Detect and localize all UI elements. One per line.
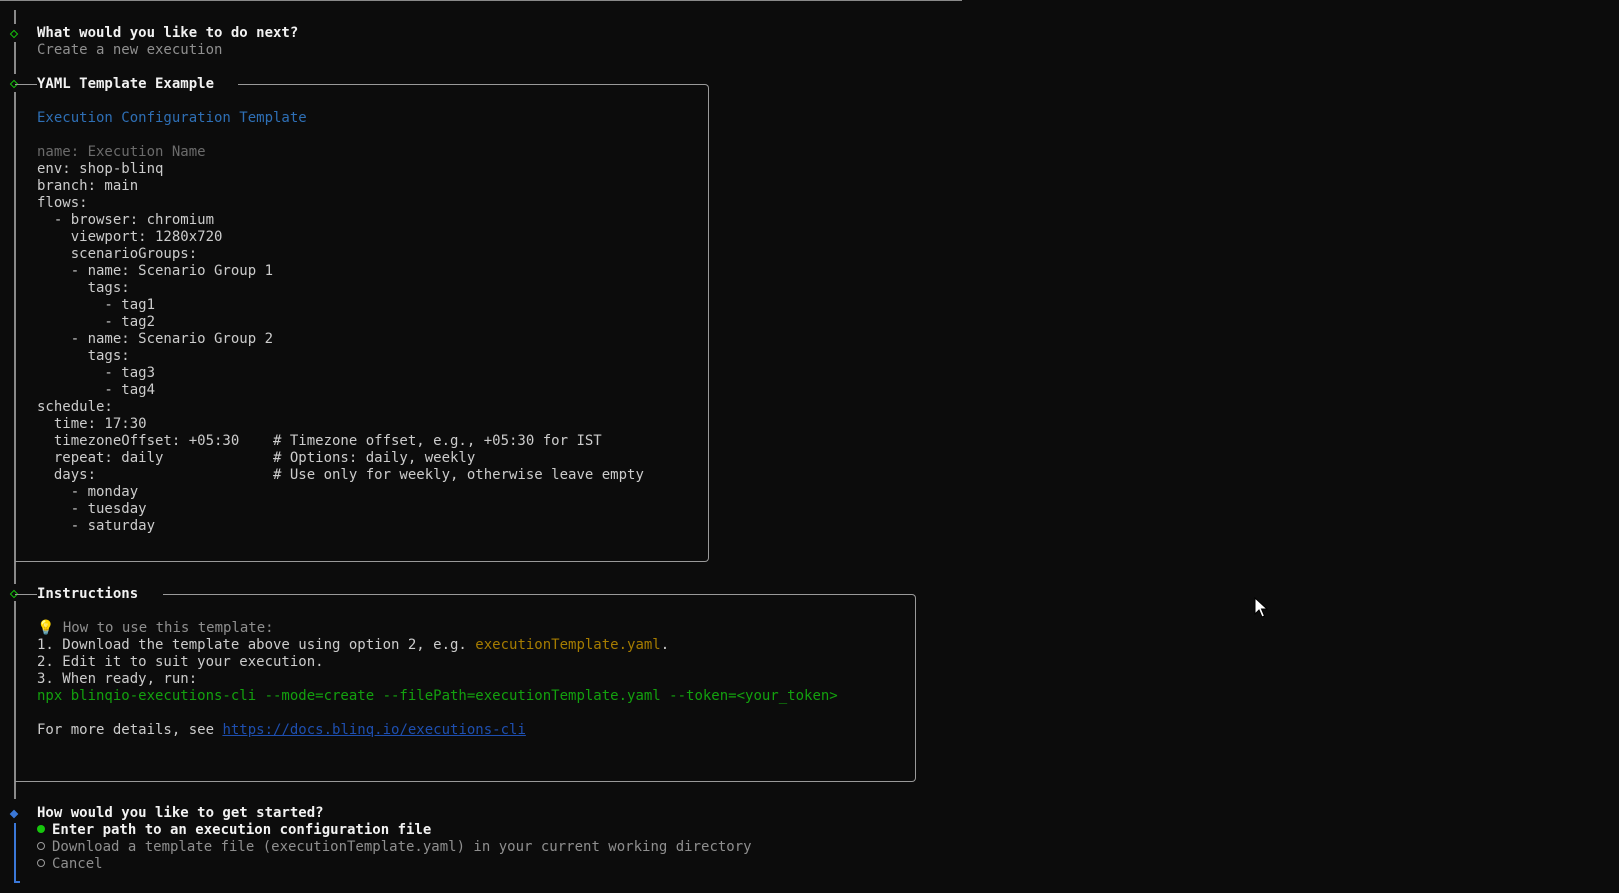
yaml-code-block: env: shop-blinq branch: main flows: - br… bbox=[37, 161, 644, 534]
step-3: 3. When ready, run: bbox=[37, 671, 198, 687]
option-download-template[interactable]: Download a template file (executionTempl… bbox=[37, 839, 752, 856]
radio-selected-icon bbox=[37, 825, 45, 833]
mouse-pointer-icon bbox=[1254, 597, 1268, 618]
option-cancel[interactable]: Cancel bbox=[37, 856, 103, 873]
radio-unselected-icon bbox=[37, 842, 45, 850]
top-divider bbox=[0, 0, 962, 1]
rail-segment bbox=[14, 42, 16, 74]
tip-line: 💡 How to use this template: bbox=[37, 620, 274, 636]
docs-link[interactable]: https://docs.blinq.io/executions-cli bbox=[222, 722, 525, 738]
details-line: For more details, see https://docs.blinq… bbox=[37, 722, 526, 738]
template-box-title: YAML Template Example bbox=[37, 76, 239, 93]
option-enter-path[interactable]: Enter path to an execution configuration… bbox=[37, 822, 431, 839]
prompt-answer: Create a new execution bbox=[37, 42, 223, 58]
rail-end bbox=[14, 881, 20, 883]
prompt-question: How would you like to get started? bbox=[37, 805, 324, 821]
active-step-icon bbox=[9, 809, 19, 819]
rail-segment bbox=[14, 560, 16, 584]
cli-command: npx blinqio-executions-cli --mode=create… bbox=[37, 688, 838, 704]
rail-segment bbox=[14, 10, 16, 24]
yaml-name-line: name: Execution Name bbox=[37, 144, 206, 160]
instructions-box-title: Instructions bbox=[37, 586, 163, 603]
radio-unselected-icon bbox=[37, 859, 45, 867]
lightbulb-icon: 💡 bbox=[37, 620, 55, 636]
rail-segment-active bbox=[14, 823, 16, 883]
step-1: 1. Download the template above using opt… bbox=[37, 637, 670, 653]
completed-step-icon bbox=[9, 29, 19, 39]
template-filename: executionTemplate.yaml bbox=[475, 637, 661, 653]
template-heading: Execution Configuration Template bbox=[37, 110, 307, 126]
prompt-question: What would you like to do next? bbox=[37, 25, 299, 41]
step-2: 2. Edit it to suit your execution. bbox=[37, 654, 324, 670]
